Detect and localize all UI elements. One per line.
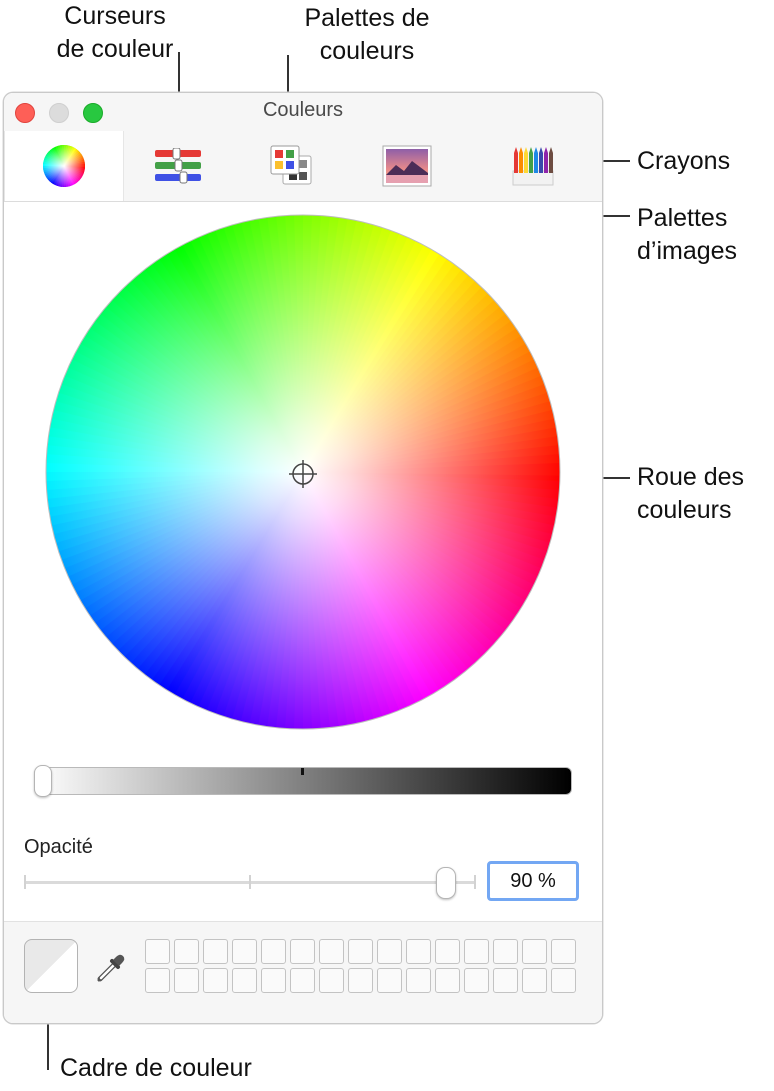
swatch-cell[interactable] <box>348 968 373 993</box>
callout-color-wheel: Roue des couleurs <box>637 461 744 527</box>
colors-window: Couleurs Opacité 90 % <box>3 92 603 1024</box>
color-well[interactable] <box>24 939 78 993</box>
opacity-tick <box>474 875 476 889</box>
palettes-icon <box>270 145 311 185</box>
swatch-cell[interactable] <box>174 968 199 993</box>
callout-line-1: Curseurs <box>64 2 166 30</box>
opacity-thumb[interactable] <box>436 867 456 899</box>
swatch-cell[interactable] <box>232 968 257 993</box>
swatch-cell[interactable] <box>348 939 373 964</box>
brightness-slider[interactable] <box>34 765 572 797</box>
swatch-cell[interactable] <box>319 939 344 964</box>
opacity-slider[interactable] <box>24 867 476 899</box>
callout-line-2: de couleur <box>56 35 174 63</box>
callout-line-2: couleurs <box>637 496 732 524</box>
callout-color-well: Cadre de couleur <box>60 1052 252 1085</box>
callout-line-1: Cadre de couleur <box>60 1054 252 1082</box>
callout-color-palettes: Palettes de couleurs <box>282 2 452 68</box>
swatch-cell[interactable] <box>290 968 315 993</box>
color-palettes-tab[interactable] <box>234 131 349 201</box>
callout-line-1: Palettes de <box>304 4 430 32</box>
swatch-cell[interactable] <box>232 939 257 964</box>
swatch-cell[interactable] <box>493 939 518 964</box>
image-icon <box>382 145 431 187</box>
opacity-tick <box>249 875 251 889</box>
crayons-icon <box>512 147 554 186</box>
window-title: Couleurs <box>262 99 344 121</box>
swatch-cell[interactable] <box>493 968 518 993</box>
eyedropper-icon[interactable] <box>90 949 130 989</box>
callout-line-1: Roue des <box>637 463 745 491</box>
swatch-cell[interactable] <box>377 968 402 993</box>
callout-color-sliders: Curseurs de couleur <box>30 0 200 66</box>
swatch-cell[interactable] <box>203 939 228 964</box>
swatch-cell[interactable] <box>290 939 315 964</box>
swatch-cell[interactable] <box>464 968 489 993</box>
swatch-cell[interactable] <box>522 939 547 964</box>
color-wheel-tab[interactable] <box>4 131 124 201</box>
swatch-cell[interactable] <box>406 939 431 964</box>
callout-line-1: Crayons <box>637 147 731 175</box>
swatch-cell[interactable] <box>522 968 547 993</box>
opacity-field[interactable]: 90 % <box>487 861 579 901</box>
toolbar <box>4 131 602 202</box>
opacity-label: Opacité <box>24 836 93 858</box>
swatch-cell[interactable] <box>261 939 286 964</box>
color-sliders-tab[interactable] <box>122 131 234 201</box>
sliders-icon <box>155 148 201 184</box>
swatch-cell[interactable] <box>319 968 344 993</box>
image-palettes-tab[interactable] <box>349 131 464 201</box>
callout-line-2: d’images <box>637 237 738 265</box>
swatch-cell[interactable] <box>551 939 576 964</box>
swatch-cell[interactable] <box>406 968 431 993</box>
swatch-cell[interactable] <box>435 968 460 993</box>
swatch-cell[interactable] <box>261 968 286 993</box>
callout-crayons: Crayons <box>637 145 730 178</box>
swatch-cell[interactable] <box>464 939 489 964</box>
swatch-cell[interactable] <box>203 968 228 993</box>
brightness-tick <box>301 768 304 775</box>
title-bar: Couleurs <box>4 93 602 131</box>
swatch-cell[interactable] <box>145 968 170 993</box>
crayons-tab[interactable] <box>464 131 602 201</box>
swatch-cell[interactable] <box>145 939 170 964</box>
color-wheel-icon <box>43 145 85 187</box>
callout-line-1: Palettes <box>637 204 728 232</box>
opacity-tick <box>24 875 26 889</box>
swatch-cell[interactable] <box>377 939 402 964</box>
callout-line-2: couleurs <box>319 37 415 65</box>
swatch-cell[interactable] <box>174 939 199 964</box>
swatch-cell[interactable] <box>551 968 576 993</box>
swatch-grid <box>145 939 576 993</box>
callout-image-palettes: Palettes d’images <box>637 202 737 268</box>
color-wheel[interactable] <box>44 213 564 733</box>
brightness-thumb[interactable] <box>34 765 52 797</box>
swatch-cell[interactable] <box>435 939 460 964</box>
